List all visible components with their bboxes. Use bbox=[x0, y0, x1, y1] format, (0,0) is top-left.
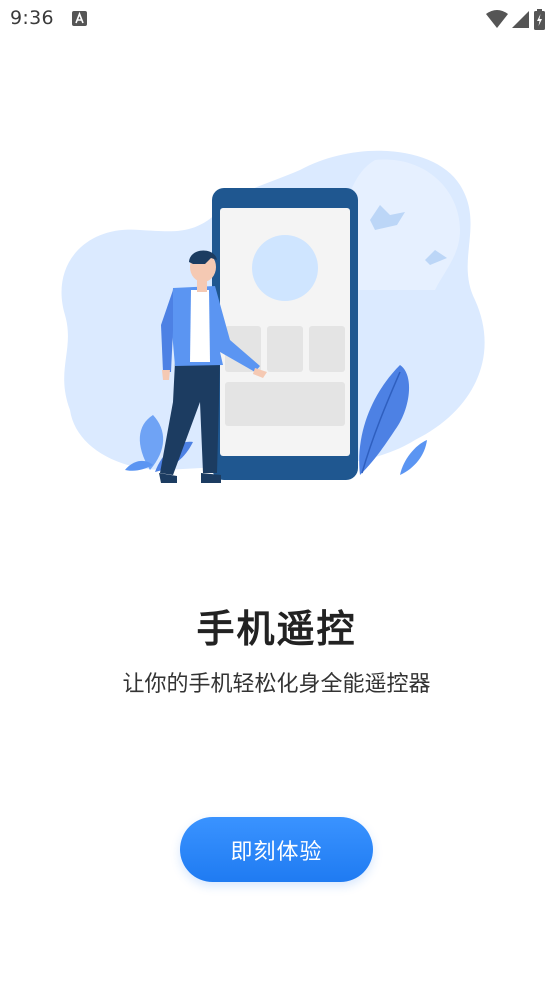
status-bar: 9:36 bbox=[0, 0, 553, 38]
status-icons bbox=[486, 8, 545, 30]
status-time: 9:36 bbox=[10, 7, 54, 29]
page-title: 手机遥控 bbox=[196, 607, 357, 651]
cell-signal-icon bbox=[512, 11, 529, 28]
try-now-button[interactable]: 即刻体验 bbox=[180, 817, 373, 882]
person-with-phone-illustration bbox=[61, 150, 485, 483]
battery-charging-icon bbox=[534, 8, 545, 30]
phone-illustration bbox=[212, 188, 358, 480]
notification-a-icon bbox=[72, 11, 87, 26]
wifi-icon bbox=[486, 10, 508, 28]
page-subtitle: 让你的手机轻松化身全能遥控器 bbox=[122, 672, 431, 697]
